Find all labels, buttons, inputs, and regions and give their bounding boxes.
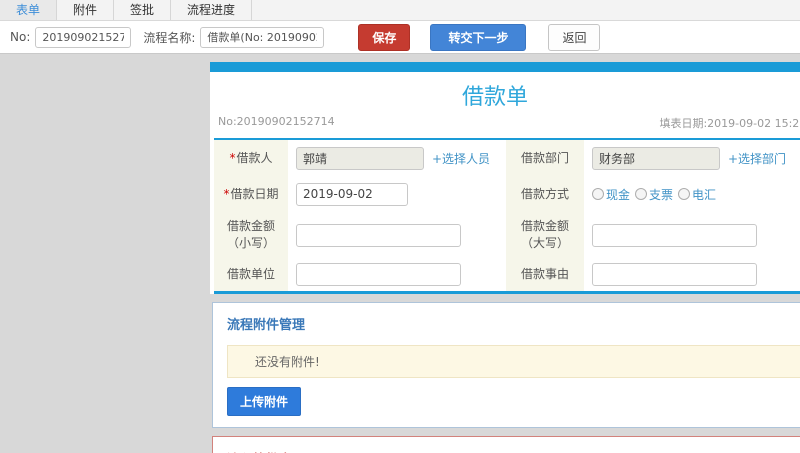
amount-big-field-cell <box>584 212 800 258</box>
tab-attachments[interactable]: 附件 <box>57 0 115 20</box>
form-no-text: No:20190902152714 <box>218 115 335 128</box>
command-bar: No: 流程名称: 保存 转交下一步 返回 <box>0 21 800 54</box>
borrower-input[interactable] <box>296 146 424 170</box>
attachments-heading: 流程附件管理 <box>227 318 306 333</box>
section-gap <box>210 428 800 436</box>
amount-big-input[interactable] <box>592 223 757 247</box>
form-meta-row: No:20190902152714 填表日期:2019-09-02 15:27:… <box>210 113 800 138</box>
radio-icon[interactable] <box>592 188 604 200</box>
panel-top-accent-bar <box>210 62 800 72</box>
radio-option-cash[interactable]: 现金 <box>592 186 630 203</box>
required-mark: * <box>223 186 230 201</box>
loan-form-block: 借款单 No:20190902152714 填表日期:2019-09-02 15… <box>210 72 800 294</box>
loan-reason-input[interactable] <box>592 263 757 286</box>
loan-method-radio-group: 现金 支票 电汇 <box>592 186 721 203</box>
no-input[interactable] <box>35 26 132 48</box>
back-button[interactable]: 返回 <box>548 23 601 51</box>
flow-name-label: 流程名称: <box>143 30 196 45</box>
no-label: No: <box>10 30 31 44</box>
loan-date-input[interactable] <box>296 182 408 206</box>
loan-reason-label: 借款事由 <box>506 258 584 291</box>
borrower-field-cell: +选择人员 <box>288 140 506 176</box>
tab-form[interactable]: 表单 <box>0 0 58 20</box>
dept-field-cell: +选择部门 <box>584 140 800 176</box>
loan-method-field-cell: 现金 支票 电汇 <box>584 176 800 212</box>
no-attachments-notice: 还没有附件! <box>227 345 800 378</box>
section-gap <box>210 294 800 302</box>
amount-big-label: 借款金额（大写） <box>506 212 584 258</box>
approval-heading: 流程签批意见 <box>227 449 800 453</box>
select-person-link[interactable]: +选择人员 <box>432 150 490 167</box>
loan-method-label: 借款方式 <box>506 176 584 212</box>
fill-date-text: 填表日期:2019-09-02 15:27:1 <box>659 117 800 130</box>
attachments-section: 流程附件管理 还没有附件! 上传附件 <box>212 302 800 428</box>
page-title: 借款单 <box>461 85 528 110</box>
tab-approval[interactable]: 签批 <box>114 0 172 20</box>
select-dept-link[interactable]: +选择部门 <box>728 150 786 167</box>
required-mark: * <box>229 150 236 165</box>
tab-bar: 表单 附件 签批 流程进度 <box>0 0 800 21</box>
loan-unit-input[interactable] <box>296 263 461 286</box>
borrower-label: *借款人 <box>214 140 288 176</box>
loan-date-field-cell <box>288 176 506 212</box>
radio-icon[interactable] <box>678 188 691 200</box>
flow-name-input[interactable] <box>200 26 325 48</box>
approval-section: 流程签批意见 B I abc <box>212 436 800 453</box>
radio-option-wire[interactable]: 电汇 <box>678 186 716 203</box>
dept-input[interactable] <box>592 146 720 170</box>
upload-attachment-button[interactable]: 上传附件 <box>227 387 302 416</box>
dept-label: 借款部门 <box>506 140 584 176</box>
amount-small-field-cell <box>288 212 506 258</box>
loan-unit-field-cell <box>288 258 506 291</box>
radio-option-cheque[interactable]: 支票 <box>635 186 673 203</box>
loan-reason-field-cell <box>584 258 800 291</box>
amount-small-label: 借款金额（小写） <box>214 212 288 258</box>
forward-next-step-button[interactable]: 转交下一步 <box>430 23 527 51</box>
tab-progress[interactable]: 流程进度 <box>171 0 253 20</box>
save-button[interactable]: 保存 <box>358 23 411 51</box>
loan-date-label: *借款日期 <box>214 176 288 212</box>
radio-icon[interactable] <box>635 188 648 200</box>
form-panel: 借款单 No:20190902152714 填表日期:2019-09-02 15… <box>210 62 800 453</box>
amount-small-input[interactable] <box>296 223 461 247</box>
loan-unit-label: 借款单位 <box>214 258 288 291</box>
loan-form-table: *借款人 +选择人员 借款部门 +选择部门 *借款日期 借款方式 <box>214 138 800 294</box>
